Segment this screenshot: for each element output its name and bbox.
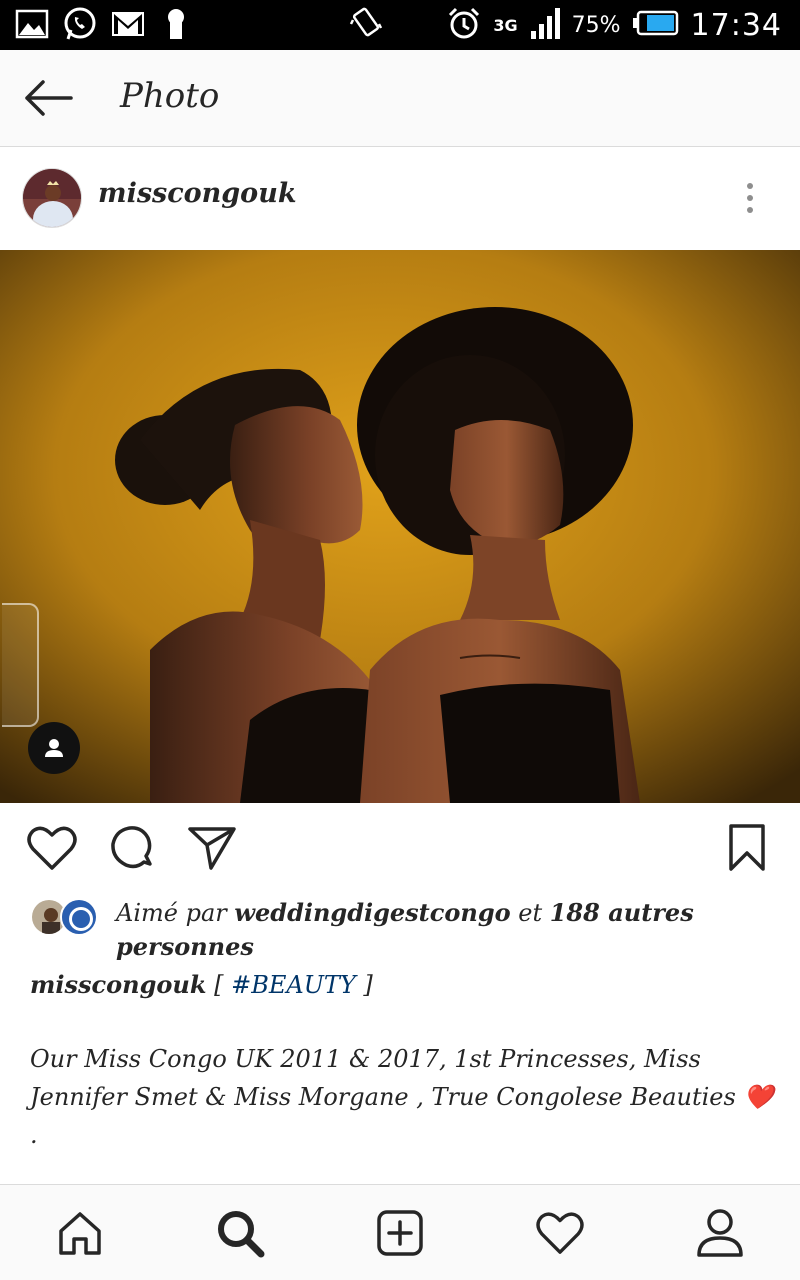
search-icon	[218, 1211, 265, 1258]
nav-home[interactable]	[52, 1205, 108, 1261]
caption-header: misscongouk [ #BEAUTY ]	[30, 970, 373, 999]
more-dot-icon	[747, 195, 753, 201]
share-button[interactable]	[185, 821, 239, 875]
profile-icon	[697, 1209, 743, 1257]
gallery-icon	[14, 6, 50, 42]
side-drawer-handle[interactable]	[2, 603, 39, 727]
liker-avatar	[60, 898, 98, 936]
post-header: misscongouk	[0, 148, 800, 250]
caption-bracket-open: [	[206, 971, 232, 999]
post-actions	[0, 803, 800, 891]
signal-icon	[530, 7, 560, 43]
gmail-icon	[110, 6, 146, 42]
liker-username[interactable]: weddingdigestcongo	[234, 898, 510, 927]
post-username[interactable]: misscongouk	[98, 178, 297, 209]
plus-square-icon	[377, 1210, 423, 1256]
paper-plane-icon	[188, 827, 236, 870]
person-icon	[45, 739, 63, 757]
heart-icon	[27, 826, 77, 870]
vibrate-icon	[349, 6, 383, 44]
likes-prefix: Aimé par	[116, 899, 235, 927]
likes-middle: et	[510, 899, 550, 927]
heart-icon	[536, 1212, 584, 1254]
page-title: Photo	[120, 76, 220, 116]
profile-avatar[interactable]	[22, 168, 82, 228]
back-button[interactable]	[18, 72, 78, 124]
bookmark-icon	[729, 824, 765, 871]
more-dot-icon	[747, 183, 753, 189]
more-options-button[interactable]	[730, 178, 770, 218]
nav-search[interactable]	[212, 1205, 268, 1261]
whatsapp-icon	[62, 6, 98, 42]
more-dot-icon	[747, 207, 753, 213]
caption-divider: ______________________	[30, 1172, 790, 1184]
status-time: 17:34	[690, 7, 782, 43]
likes-text: Aimé par weddingdigestcongo et 188 autre…	[116, 896, 776, 964]
keyhole-icon	[158, 6, 194, 42]
likes-suffix[interactable]: personnes	[116, 932, 254, 961]
caption-body-tail: .	[30, 1121, 38, 1149]
caption-text: Our Miss Congo UK 2011 & 2017, 1st Princ…	[30, 1040, 790, 1154]
nav-profile[interactable]	[692, 1205, 748, 1261]
like-button[interactable]	[25, 821, 79, 875]
status-bar: 3G 75% 17:34	[0, 0, 800, 50]
likes-summary[interactable]: Aimé par weddingdigestcongo et 188 autre…	[0, 892, 800, 966]
caption-username[interactable]: misscongouk	[30, 970, 206, 999]
back-arrow-icon	[25, 80, 73, 116]
nav-new-post[interactable]	[372, 1205, 428, 1261]
app-bar: Photo	[0, 50, 800, 147]
battery-percent: 75%	[571, 12, 621, 38]
comment-icon	[111, 826, 152, 869]
caption-bracket-close: ]	[355, 971, 373, 999]
liker-avatars	[30, 898, 100, 938]
home-icon	[59, 1212, 101, 1255]
caption-hashtag[interactable]: #BEAUTY	[231, 971, 356, 999]
tagged-people-button[interactable]	[28, 722, 80, 774]
battery-icon	[632, 10, 679, 40]
network-type: 3G	[493, 15, 518, 35]
comment-button[interactable]	[105, 821, 159, 875]
bottom-navigation	[0, 1184, 800, 1280]
likes-count[interactable]: 188 autres	[550, 898, 694, 927]
nav-activity[interactable]	[532, 1205, 588, 1261]
alarm-icon	[447, 6, 481, 44]
save-button[interactable]	[720, 821, 774, 875]
post-photo[interactable]	[0, 250, 800, 803]
caption-body-text: Our Miss Congo UK 2011 & 2017, 1st Princ…	[30, 1045, 774, 1111]
